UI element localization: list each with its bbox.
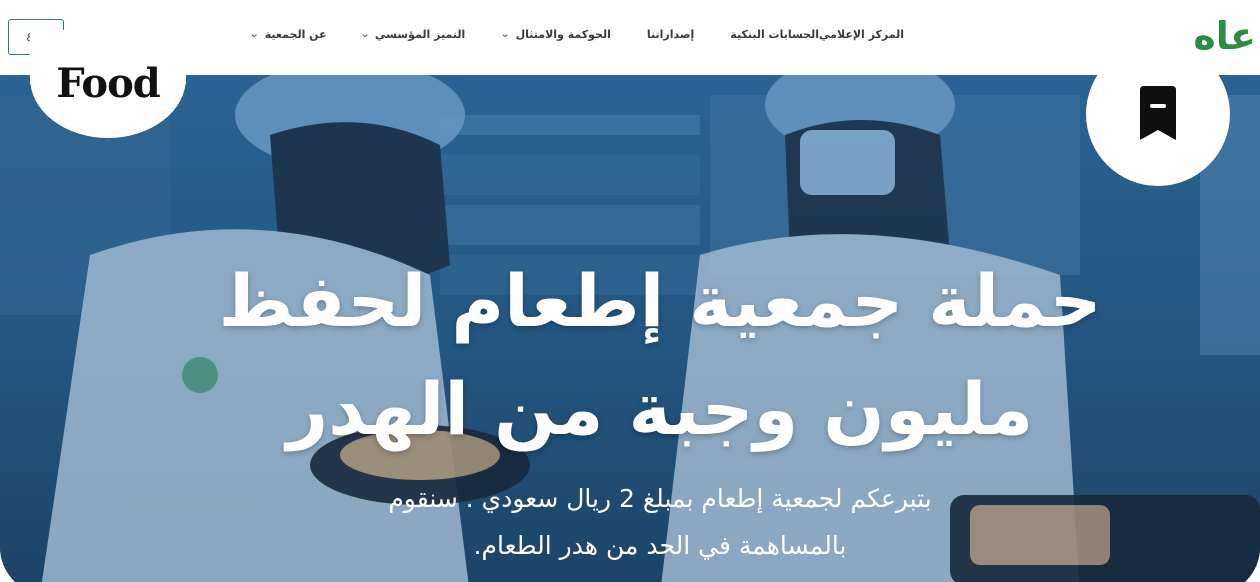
site-logo[interactable]: عاه (1193, 14, 1256, 58)
bookmark-button[interactable] (1086, 42, 1230, 186)
hero-title-line: حملة جمعية إطعام لحفظ (218, 259, 1102, 343)
hero-subtitle: بتبرعكم لجمعية إطعام بمبلغ 2 ريال سعودي … (300, 475, 1020, 569)
chevron-down-icon: ⌄ (359, 29, 370, 40)
nav-item-about[interactable]: عن الجمعية ⌄ (249, 28, 327, 41)
nav-item-label: إصداراتنا (646, 28, 695, 41)
nav-item-excellence[interactable]: التميز المؤسسي ⌄ (359, 28, 466, 41)
nav-item-label: الحوكمة والامتثال (515, 28, 611, 41)
chevron-down-icon: ⌄ (500, 29, 511, 40)
nav-item-label: المركز الإعلامي (819, 28, 904, 41)
nav-item-bank-accounts[interactable]: الحسابات البنكية (730, 28, 819, 41)
main-menu: عن الجمعية ⌄ التميز المؤسسي ⌄ الحوكمة وا… (216, 28, 904, 41)
top-navigation: عاه عن الجمعية ⌄ التميز المؤسسي ⌄ الحوكم… (0, 0, 1260, 75)
hero-title: حملة جمعية إطعام لحفظ مليون وجبة من الهد… (0, 247, 1260, 463)
nav-item-label: الحسابات البنكية (730, 28, 820, 41)
chevron-down-icon: ⌄ (249, 29, 260, 40)
nav-item-media-center[interactable]: المركز الإعلامي (819, 28, 904, 41)
hero-banner: حملة جمعية إطعام لحفظ مليون وجبة من الهد… (0, 75, 1260, 582)
nav-item-label: عن الجمعية (264, 28, 327, 41)
food-badge-label: Food (56, 60, 161, 107)
bookmark-icon (1140, 86, 1176, 140)
nav-item-governance[interactable]: الحوكمة والامتثال ⌄ (500, 28, 611, 41)
hero-title-line: مليون وجبة من الهدر (286, 367, 1034, 451)
nav-item-label: التميز المؤسسي (374, 28, 466, 41)
hero-subtitle-line: بتبرعكم لجمعية إطعام بمبلغ 2 ريال سعودي … (388, 484, 932, 513)
nav-item-publications[interactable]: إصداراتنا (647, 28, 694, 41)
hero-subtitle-line: بالمساهمة في الحد من هدر الطعام. (473, 531, 847, 560)
